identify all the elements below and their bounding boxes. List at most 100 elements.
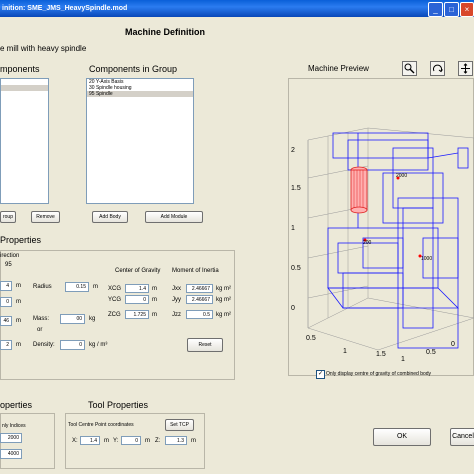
moi-unit: kg m²	[216, 286, 231, 292]
tcp-z-field[interactable]: 1.3	[165, 436, 187, 445]
unit-label: m	[16, 318, 21, 324]
y-axis-ticks: 0.5 1	[306, 335, 347, 355]
cog-only-checkbox[interactable]: ✓	[316, 370, 325, 379]
index-field-1[interactable]: 2000	[0, 433, 22, 443]
properties-label: Properties	[0, 235, 42, 245]
x-label: X:	[72, 438, 78, 444]
add-module-button[interactable]: Add Module	[145, 211, 203, 223]
density-label: Density:	[33, 342, 55, 348]
param-field-4[interactable]: 2	[0, 340, 12, 350]
spindle-cylinder	[350, 166, 368, 214]
tcp-x-unit: m	[104, 438, 109, 444]
point-label: 1000	[421, 256, 432, 262]
jyy-field[interactable]: 2.46667	[186, 295, 213, 304]
cog-unit: m	[152, 286, 157, 292]
group-components-list[interactable]: 20 Y-Axis Basis 30 Spindle housing 95 Sp…	[86, 78, 194, 204]
y-tick: 0.5	[306, 335, 316, 342]
z-tick: 2	[291, 147, 295, 154]
window-title-bar: inition: SME_JMS_HeavySpindle.mod	[0, 0, 474, 17]
density-unit: kg / m³	[89, 342, 108, 348]
jyy-label: Jyy	[172, 297, 181, 303]
bottom-properties-label: operties	[0, 400, 33, 410]
jxx-field[interactable]: 2.46667	[186, 284, 213, 293]
minimize-button[interactable]: _	[428, 2, 443, 17]
x-tick: 0	[451, 341, 455, 348]
direction-value: 95	[5, 262, 12, 268]
moi-unit: kg m²	[216, 312, 231, 318]
close-button[interactable]: ×	[460, 2, 474, 17]
radius-label: Radius	[33, 284, 52, 290]
x-axis-ticks: 1.5 1 0.5 0	[376, 341, 455, 363]
axes-box	[307, 127, 474, 351]
set-tcp-button[interactable]: Set TCP	[165, 419, 194, 431]
list-item[interactable]	[1, 85, 48, 91]
x-tick: 0.5	[426, 349, 436, 356]
cancel-button[interactable]: Cancel	[450, 428, 474, 446]
machine-description: e mill with heavy spindle	[0, 44, 87, 53]
index-field-2[interactable]: 4000	[0, 449, 22, 459]
zcg-field[interactable]: 1.725	[125, 310, 149, 319]
ok-button[interactable]: OK	[373, 428, 431, 446]
param-field-2[interactable]: 0	[0, 297, 12, 307]
window-title: inition: SME_JMS_HeavySpindle.mod	[2, 5, 128, 12]
z-tick: 0.5	[291, 265, 301, 272]
tcp-y-unit: m	[145, 438, 150, 444]
cog-markers	[363, 176, 422, 258]
mass-label: Mass:	[33, 316, 50, 322]
moi-header: Moment of Inertia	[172, 268, 219, 274]
ycg-label: YCG	[108, 297, 122, 303]
tcp-z-unit: m	[191, 438, 196, 444]
list-item[interactable]: 95 Spindle	[87, 91, 193, 97]
jzz-field[interactable]: 0.5	[186, 310, 213, 319]
xcg-field[interactable]: 1.4	[125, 284, 149, 293]
preview-label: Machine Preview	[308, 64, 369, 73]
tcp-label: Tool Centre Point coordinates	[68, 422, 134, 428]
cog-unit: m	[152, 297, 157, 303]
y-tick: 1	[343, 348, 347, 355]
jxx-label: Jxx	[172, 286, 181, 292]
group-label: Components in Group	[89, 64, 178, 74]
z-label: Z:	[155, 438, 161, 444]
remove-button[interactable]: Remove	[31, 211, 60, 223]
direction-label: irection	[0, 253, 20, 259]
tcp-y-field[interactable]: 0	[121, 436, 141, 445]
point-label: 2000	[396, 173, 407, 179]
cog-unit: m	[152, 312, 157, 318]
zcg-label: ZCG	[108, 312, 121, 318]
x-tick: 1.5	[376, 351, 386, 358]
unit-label: m	[16, 342, 21, 348]
cog-only-label: Only display centre of gravity of combin…	[326, 371, 432, 377]
reset-button[interactable]: Reset	[187, 338, 223, 352]
z-axis-ticks: 2 1.5 1 0.5 0	[291, 147, 301, 312]
add-body-button[interactable]: Add Body	[92, 211, 128, 223]
z-tick: 0	[291, 305, 295, 312]
mass-field[interactable]: 00	[60, 314, 85, 324]
machine-wireframe	[327, 132, 469, 349]
unit-label: m	[16, 299, 21, 305]
or-label: or	[37, 327, 43, 333]
pan-icon[interactable]	[458, 61, 473, 76]
z-tick: 1	[291, 225, 295, 232]
mass-unit: kg	[89, 316, 96, 322]
unit-label: m	[16, 283, 21, 289]
ycg-field[interactable]: 0	[125, 295, 149, 304]
tool-properties-label: Tool Properties	[88, 400, 149, 410]
point-label: 200	[363, 240, 372, 246]
cog-header: Center of Gravity	[115, 268, 161, 274]
param-field-3[interactable]: 46	[0, 316, 12, 326]
indices-label: nly Indices	[2, 423, 26, 429]
maximize-button[interactable]: □	[444, 2, 459, 17]
radius-unit: m	[93, 284, 98, 290]
group-button[interactable]: roup	[0, 211, 16, 223]
z-tick: 1.5	[291, 185, 301, 192]
param-field-1[interactable]: 4	[0, 281, 12, 291]
density-field[interactable]: 0	[60, 340, 85, 350]
components-list[interactable]	[0, 78, 49, 204]
y-label: Y:	[113, 438, 119, 444]
rotate-icon[interactable]	[430, 61, 445, 76]
moi-unit: kg m²	[216, 297, 231, 303]
radius-field[interactable]: 0.15	[65, 282, 89, 292]
tcp-x-field[interactable]: 1.4	[80, 436, 100, 445]
zoom-icon[interactable]	[402, 61, 417, 76]
machine-preview-plot[interactable]: 2000 200 1000 2 1.5 1 0.5 0 1.5 1 0.5 0 …	[288, 78, 474, 376]
